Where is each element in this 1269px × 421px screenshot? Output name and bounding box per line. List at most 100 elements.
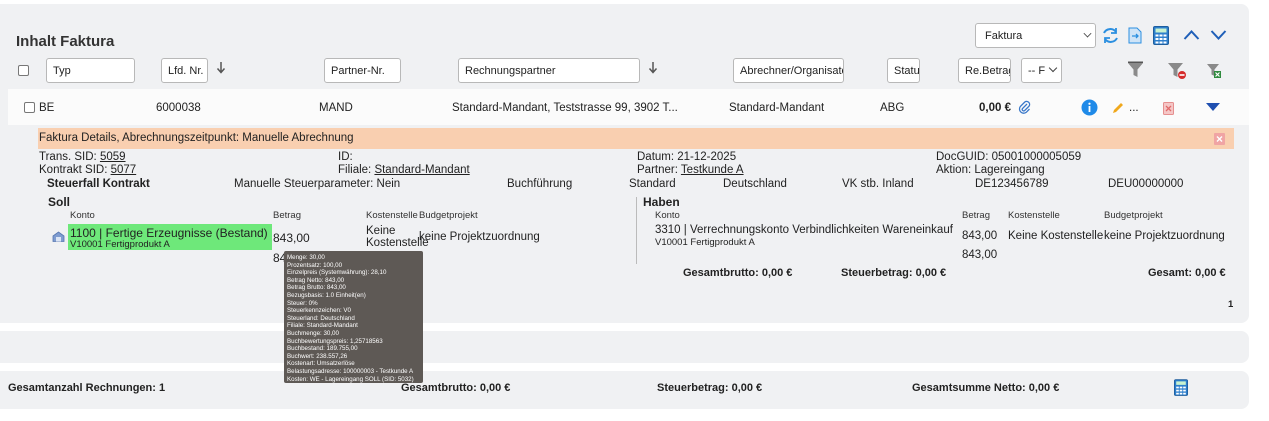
filter-status-input[interactable]: Statu — [887, 58, 920, 83]
filter-remove-icon[interactable] — [1167, 61, 1187, 80]
tooltip-line: Filiale: Standard-Mandant — [287, 322, 358, 330]
partner-label: Partner: — [637, 164, 678, 176]
sort-down-icon[interactable] — [648, 61, 658, 74]
footer-steuerbetrag: Steuerbetrag: 0,00 € — [657, 382, 763, 394]
page-number[interactable]: 1 — [1228, 299, 1233, 310]
tooltip-line: Prozentsatz: 100,00 — [287, 261, 343, 269]
haben-kostenstelle: Keine Kostenstelle — [1008, 230, 1104, 242]
manuelle-steuerparameter: Manuelle Steuerparameter: Nein — [234, 178, 401, 190]
datum: Datum: 21-12-2025 — [637, 151, 737, 163]
soll-konto[interactable]: 1100 | Fertige Erzeugnisse (Bestand) — [70, 226, 268, 240]
aktion: Aktion: Lagereingang — [936, 164, 1045, 176]
expand-down-icon[interactable] — [1205, 102, 1221, 112]
chevron-down-icon — [1083, 29, 1092, 38]
filter-typ-input[interactable]: Typ — [46, 58, 135, 83]
footer-panel — [0, 371, 1249, 409]
detail-steuerbetrag: Steuerbetrag: 0,00 € — [841, 267, 947, 279]
trans-sid: Trans. SID: 5059 — [39, 151, 126, 163]
filter-excel-icon[interactable] — [1206, 62, 1222, 79]
paperclip-icon[interactable] — [1018, 100, 1031, 114]
tooltip-line: Menge: 30,00 — [287, 254, 325, 261]
ust-id: DE123456789 — [975, 178, 1049, 190]
filter-betrag-input[interactable]: Re.Betrag — [958, 58, 1011, 83]
row-typ: BE — [39, 102, 55, 114]
faktura-panel — [0, 4, 1249, 323]
kontrakt-sid-label: Kontrakt SID: — [39, 164, 108, 176]
tooltip-line: Kostenart: Umsatzerlöse — [287, 360, 355, 368]
filiale-link[interactable]: Standard-Mandant — [374, 164, 469, 176]
chevron-down-icon — [1048, 63, 1058, 73]
trans-sid-label: Trans. SID: — [39, 151, 97, 163]
calculator-icon[interactable] — [1153, 26, 1169, 45]
row-status: ABG — [880, 102, 905, 114]
filter-f-value: -- F — [1028, 65, 1046, 77]
sort-down-icon[interactable] — [216, 61, 226, 74]
haben-col-kostenstelle: Kostenstelle — [1008, 210, 1060, 221]
haben-col-konto: Konto — [655, 210, 680, 221]
close-icon[interactable] — [1213, 132, 1226, 146]
tooltip-line: Kosten: WE - Lagereingang SOLL (SID: 503… — [287, 375, 414, 383]
empty-panel — [0, 331, 1249, 363]
docguid: DocGUID: 05001000005059 — [936, 151, 1082, 163]
haben-title: Haben — [643, 195, 680, 209]
kontrakt-sid: Kontrakt SID: 5077 — [39, 164, 136, 176]
partner: Partner: Testkunde A — [637, 164, 744, 176]
chevron-down-icon[interactable] — [1210, 29, 1227, 41]
tooltip-line: Buchmenge: 30,00 — [287, 329, 339, 337]
soll-kostenstelle: Keine Kostenstelle — [366, 225, 429, 249]
filter-icon[interactable] — [1127, 61, 1144, 79]
soll-title: Soll — [48, 195, 71, 209]
filter-lfd-nr-input[interactable]: Lfd. Nr. — [161, 58, 208, 83]
filter-rechnungspartner-input[interactable]: Rechnungspartner — [458, 58, 640, 83]
soll-budget: keine Projektzuordnung — [419, 231, 540, 243]
delete-icon[interactable] — [1162, 100, 1175, 115]
edit-icon[interactable] — [1112, 102, 1124, 114]
tooltip-line: Steuerland: Deutschland — [287, 314, 355, 322]
tooltip-line: Steuerkennzeichen: V0 — [287, 307, 351, 315]
info-icon[interactable] — [1081, 99, 1098, 116]
select-all-checkbox[interactable] — [18, 65, 29, 76]
row-checkbox[interactable] — [24, 102, 35, 113]
row-rechnungspartner: Standard-Mandant, Teststrasse 99, 3902 T… — [452, 102, 678, 114]
tooltip-line: Einzelpreis (Systemwährung): 28,10 — [287, 269, 387, 277]
calculator-icon[interactable] — [1174, 379, 1188, 396]
more-actions[interactable]: ... — [1129, 102, 1139, 114]
filter-f-select[interactable]: -- F — [1021, 58, 1062, 83]
tooltip-line: Betrag Netto: 843,00 — [287, 276, 345, 284]
tooltip-line: Steuer: 0% — [287, 299, 318, 307]
detail-header-bar: Faktura Details, Abrechnungszeitpunkt: M… — [38, 128, 1234, 149]
buchfuehrung: Buchführung — [507, 178, 573, 190]
row-lfd-nr: 6000038 — [156, 102, 201, 114]
soll-col-budget: Budgetprojekt — [419, 210, 478, 221]
tooltip-line: Buchbewertungspreis: 1,25718563 — [287, 337, 383, 345]
filter-abrechner-input[interactable]: Abrechner/Organisator — [733, 58, 844, 83]
faktura-select[interactable]: Faktura — [975, 23, 1096, 48]
soll-betrag: 843,00 — [273, 231, 310, 245]
footer-netto: Gesamtsumme Netto: 0,00 € — [912, 382, 1060, 394]
filter-partner-nr-input[interactable]: Partner-Nr. — [324, 58, 401, 83]
konto-tooltip: Menge: 30,00 Prozentsatz: 100,00 Einzelp… — [284, 251, 423, 383]
tooltip-line: Buchwert: 238.557,26 — [287, 352, 348, 360]
deu-nr: DEU00000000 — [1108, 178, 1184, 190]
row-abrechner: Standard-Mandant — [729, 102, 825, 114]
detail-gesamt: Gesamt: 0,00 € — [1148, 267, 1226, 279]
haben-betrag-2: 843,00 — [962, 249, 998, 261]
footer-gesamtbrutto: Gesamtbrutto: 0,00 € — [401, 382, 511, 394]
kontrakt-sid-link[interactable]: 5077 — [111, 164, 137, 176]
haben-konto[interactable]: 3310 | Verrechnungskonto Verbindlichkeit… — [655, 224, 953, 236]
warehouse-icon — [52, 231, 65, 242]
buchfuehrung-standard: Standard — [629, 178, 676, 190]
tooltip-line: Belastungsadresse: 100000003 - Testkunde… — [287, 367, 414, 375]
chevron-up-icon[interactable] — [1183, 29, 1200, 41]
soll-col-konto: Konto — [70, 210, 95, 221]
faktura-select-value: Faktura — [985, 30, 1023, 42]
id-label: ID: — [338, 151, 353, 163]
export-file-icon[interactable] — [1128, 27, 1142, 44]
tooltip-line: Buchbestand: 189.755,00 — [287, 345, 358, 353]
refresh-icon[interactable] — [1101, 26, 1120, 45]
haben-col-budget: Budgetprojekt — [1104, 210, 1163, 221]
partner-link[interactable]: Testkunde A — [681, 164, 744, 176]
filiale-label: Filiale: — [338, 164, 372, 176]
trans-sid-link[interactable]: 5059 — [100, 151, 126, 163]
footer-anzahl: Gesamtanzahl Rechnungen: 1 — [8, 382, 166, 394]
